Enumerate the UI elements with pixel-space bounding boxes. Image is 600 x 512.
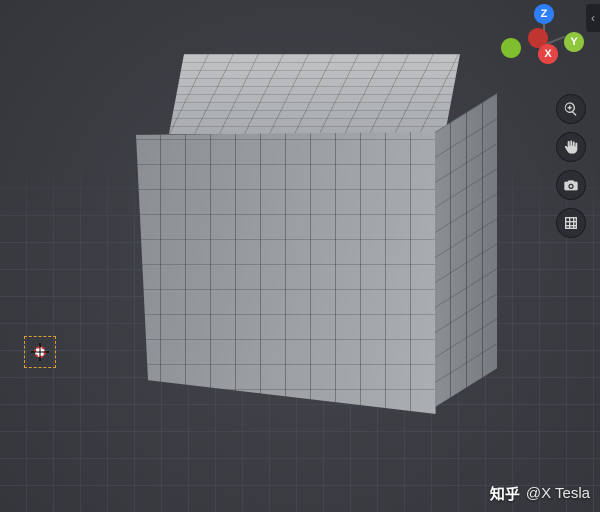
- gizmo-axis-z[interactable]: Z: [534, 4, 554, 24]
- viewport-3d[interactable]: ‹ Z Y X 知乎 @X Tesla: [0, 0, 600, 512]
- magnifier-plus-icon: [563, 101, 579, 117]
- watermark-handle: @X Tesla: [526, 485, 590, 502]
- cube-face-side: [435, 93, 497, 407]
- gizmo-axis-x[interactable]: X: [538, 44, 558, 64]
- mesh-cube[interactable]: [106, 54, 476, 434]
- watermark: 知乎 @X Tesla: [490, 483, 590, 504]
- viewport-tool-column: [556, 94, 586, 238]
- perspective-toggle-button[interactable]: [556, 208, 586, 238]
- gizmo-axis-y[interactable]: Y: [564, 32, 584, 52]
- cursor-3d[interactable]: [24, 336, 56, 368]
- cursor-crosshair-icon: [30, 342, 50, 362]
- zoom-button[interactable]: [556, 94, 586, 124]
- grid-icon: [563, 215, 579, 231]
- expand-sidebar-tab[interactable]: ‹: [586, 4, 600, 32]
- watermark-site: 知乎: [490, 483, 520, 504]
- gizmo-axis-negative[interactable]: [501, 38, 521, 58]
- cube-face-top: [145, 54, 484, 134]
- chevron-left-icon: ‹: [591, 11, 595, 25]
- cube-face-front: [136, 132, 436, 414]
- camera-icon: [563, 177, 579, 193]
- navigation-gizmo[interactable]: Z Y X: [494, 4, 584, 82]
- pan-button[interactable]: [556, 132, 586, 162]
- hand-icon: [563, 139, 579, 155]
- camera-view-button[interactable]: [556, 170, 586, 200]
